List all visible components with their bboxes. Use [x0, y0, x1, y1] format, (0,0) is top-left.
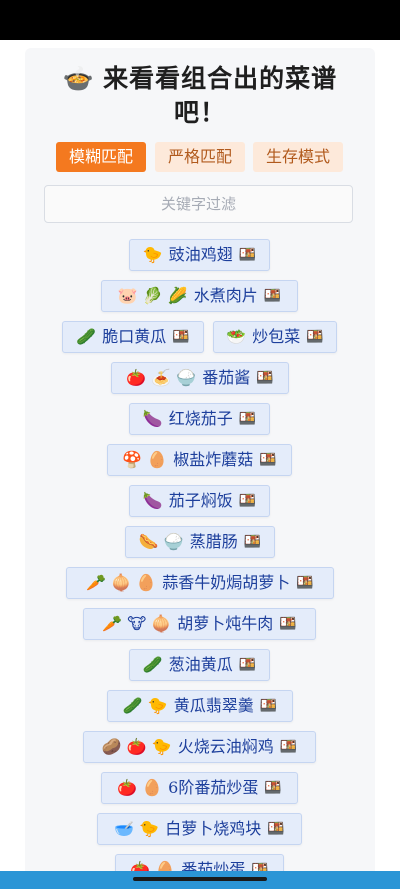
recipe-button[interactable]: 🥔 🍅 🐤 火烧云油焖鸡 🍱 — [83, 731, 316, 763]
ingredient-icons: 🥣 🐤 — [114, 819, 160, 838]
recipe-name: 火烧云油焖鸡 — [177, 737, 274, 756]
recipe-button[interactable]: 🍆 红烧茄子 🍱 — [129, 403, 270, 435]
cookware-icon: 🍱 — [259, 452, 277, 468]
tab-strict-match[interactable]: 严格匹配 — [155, 142, 245, 172]
tab-fuzzy-match[interactable]: 模糊匹配 — [56, 142, 146, 172]
tab-survival-mode[interactable]: 生存模式 — [253, 142, 343, 172]
ingredient-icons: 🥒 — [142, 655, 163, 674]
recipe-name: 椒盐炸蘑菇 — [173, 450, 254, 469]
recipe-name: 6阶番茄炒蛋 — [168, 778, 259, 797]
recipe-button[interactable]: 🥒 葱油黄瓜 🍱 — [129, 649, 270, 681]
mode-tabs: 模糊匹配 严格匹配 生存模式 — [0, 142, 400, 172]
ingredient-icons: 🍄 🥚 — [122, 450, 168, 469]
recipe-name: 黄瓜翡翠羹 — [173, 696, 254, 715]
cookware-icon: 🍱 — [238, 493, 257, 509]
recipe-name: 豉油鸡翅 — [168, 245, 233, 264]
recipe-name: 脆口黄瓜 — [102, 327, 167, 346]
recipe-button[interactable]: 🍆 茄子焖饭 🍱 — [129, 485, 270, 517]
page-title-line1: 来看看组合出的菜谱 — [103, 64, 338, 93]
recipe-name: 炒包菜 — [252, 327, 301, 346]
recipe-button[interactable]: 🥣 🐤 白萝卜烧鸡块 🍱 — [97, 813, 302, 845]
recipe-name: 葱油黄瓜 — [168, 655, 233, 674]
recipe-name: 白萝卜烧鸡块 — [165, 819, 262, 838]
cookware-icon: 🍱 — [238, 411, 257, 427]
ingredient-icons: 🍅 🥚 — [117, 778, 163, 797]
cookware-icon: 🍱 — [243, 534, 262, 550]
ingredient-icons: 🍆 — [142, 491, 163, 510]
ingredient-icons: 🌭 🍚 — [138, 532, 184, 551]
recipe-name: 茄子焖饭 — [168, 491, 233, 510]
ingredient-icons: 🥒 🐤 — [122, 696, 168, 715]
ingredient-icons: 🥔 🍅 🐤 — [101, 737, 172, 756]
cookware-icon: 🍱 — [296, 575, 314, 591]
cookware-icon: 🍱 — [306, 329, 324, 345]
cookware-icon: 🍱 — [172, 329, 190, 345]
recipe-button[interactable]: 🐤 豉油鸡翅 🍱 — [129, 239, 270, 271]
cookware-icon: 🍱 — [279, 616, 297, 632]
recipe-button[interactable]: 🥕 🐮 🧅 胡萝卜炖牛肉 🍱 — [83, 608, 316, 640]
ingredient-icons: 🍆 — [142, 409, 163, 428]
cookware-icon: 🍱 — [238, 247, 257, 263]
ingredient-icons: 🍅 🍝 🍚 — [126, 368, 197, 387]
recipe-name: 番茄酱 — [202, 368, 251, 387]
cookware-icon: 🍱 — [279, 739, 298, 755]
cookware-icon: 🍱 — [256, 370, 274, 386]
recipe-name: 红烧茄子 — [168, 409, 233, 428]
recipe-name: 水煮肉片 — [193, 286, 258, 305]
cookware-icon: 🍱 — [267, 821, 285, 837]
recipe-name: 蒸腊肠 — [189, 532, 238, 551]
recipe-button[interactable]: 🌭 🍚 蒸腊肠 🍱 — [125, 526, 275, 558]
page-title-line2: 吧！ — [173, 98, 226, 127]
ingredient-icons: 🥒 — [76, 327, 97, 346]
cookware-icon: 🍱 — [264, 780, 282, 796]
cookware-icon: 🍱 — [259, 698, 278, 714]
recipe-button[interactable]: 🐷 🥬 🌽 水煮肉片 🍱 — [101, 280, 298, 312]
page-title: 🍲 来看看组合出的菜谱 吧！ — [0, 62, 400, 130]
cookware-icon: 🍱 — [263, 288, 282, 304]
recipe-button[interactable]: 🥗 炒包菜 🍱 — [213, 321, 337, 353]
cookware-icon: 🍱 — [238, 657, 257, 673]
ingredient-icons: 🥕 🧅 🥚 — [86, 573, 157, 592]
recipe-button[interactable]: 🥒 脆口黄瓜 🍱 — [62, 321, 204, 353]
pot-icon: 🍲 — [62, 64, 96, 93]
recipe-name: 蒜香牛奶焗胡萝卜 — [162, 573, 291, 592]
home-indicator — [133, 877, 267, 881]
ingredient-icons: 🐤 — [142, 245, 163, 264]
ingredient-icons: 🐷 🥬 🌽 — [117, 286, 188, 305]
recipe-button[interactable]: 🍅 🥚 6阶番茄炒蛋 🍱 — [101, 772, 298, 804]
recipe-button[interactable]: 🍅 🍝 🍚 番茄酱 🍱 — [111, 362, 289, 394]
recipe-name: 胡萝卜炖牛肉 — [177, 614, 274, 633]
recipe-button[interactable]: 🥕 🧅 🥚 蒜香牛奶焗胡萝卜 🍱 — [66, 567, 334, 599]
status-bar — [0, 0, 400, 40]
recipe-button[interactable]: 🥒 🐤 黄瓜翡翠羹 🍱 — [107, 690, 293, 722]
keyword-filter-input[interactable]: 关键字过滤 — [44, 185, 353, 223]
ingredient-icons: 🥕 🐮 🧅 — [102, 614, 172, 633]
ingredient-icons: 🥗 — [226, 327, 247, 346]
recipe-button[interactable]: 🍄 🥚 椒盐炸蘑菇 🍱 — [107, 444, 292, 476]
